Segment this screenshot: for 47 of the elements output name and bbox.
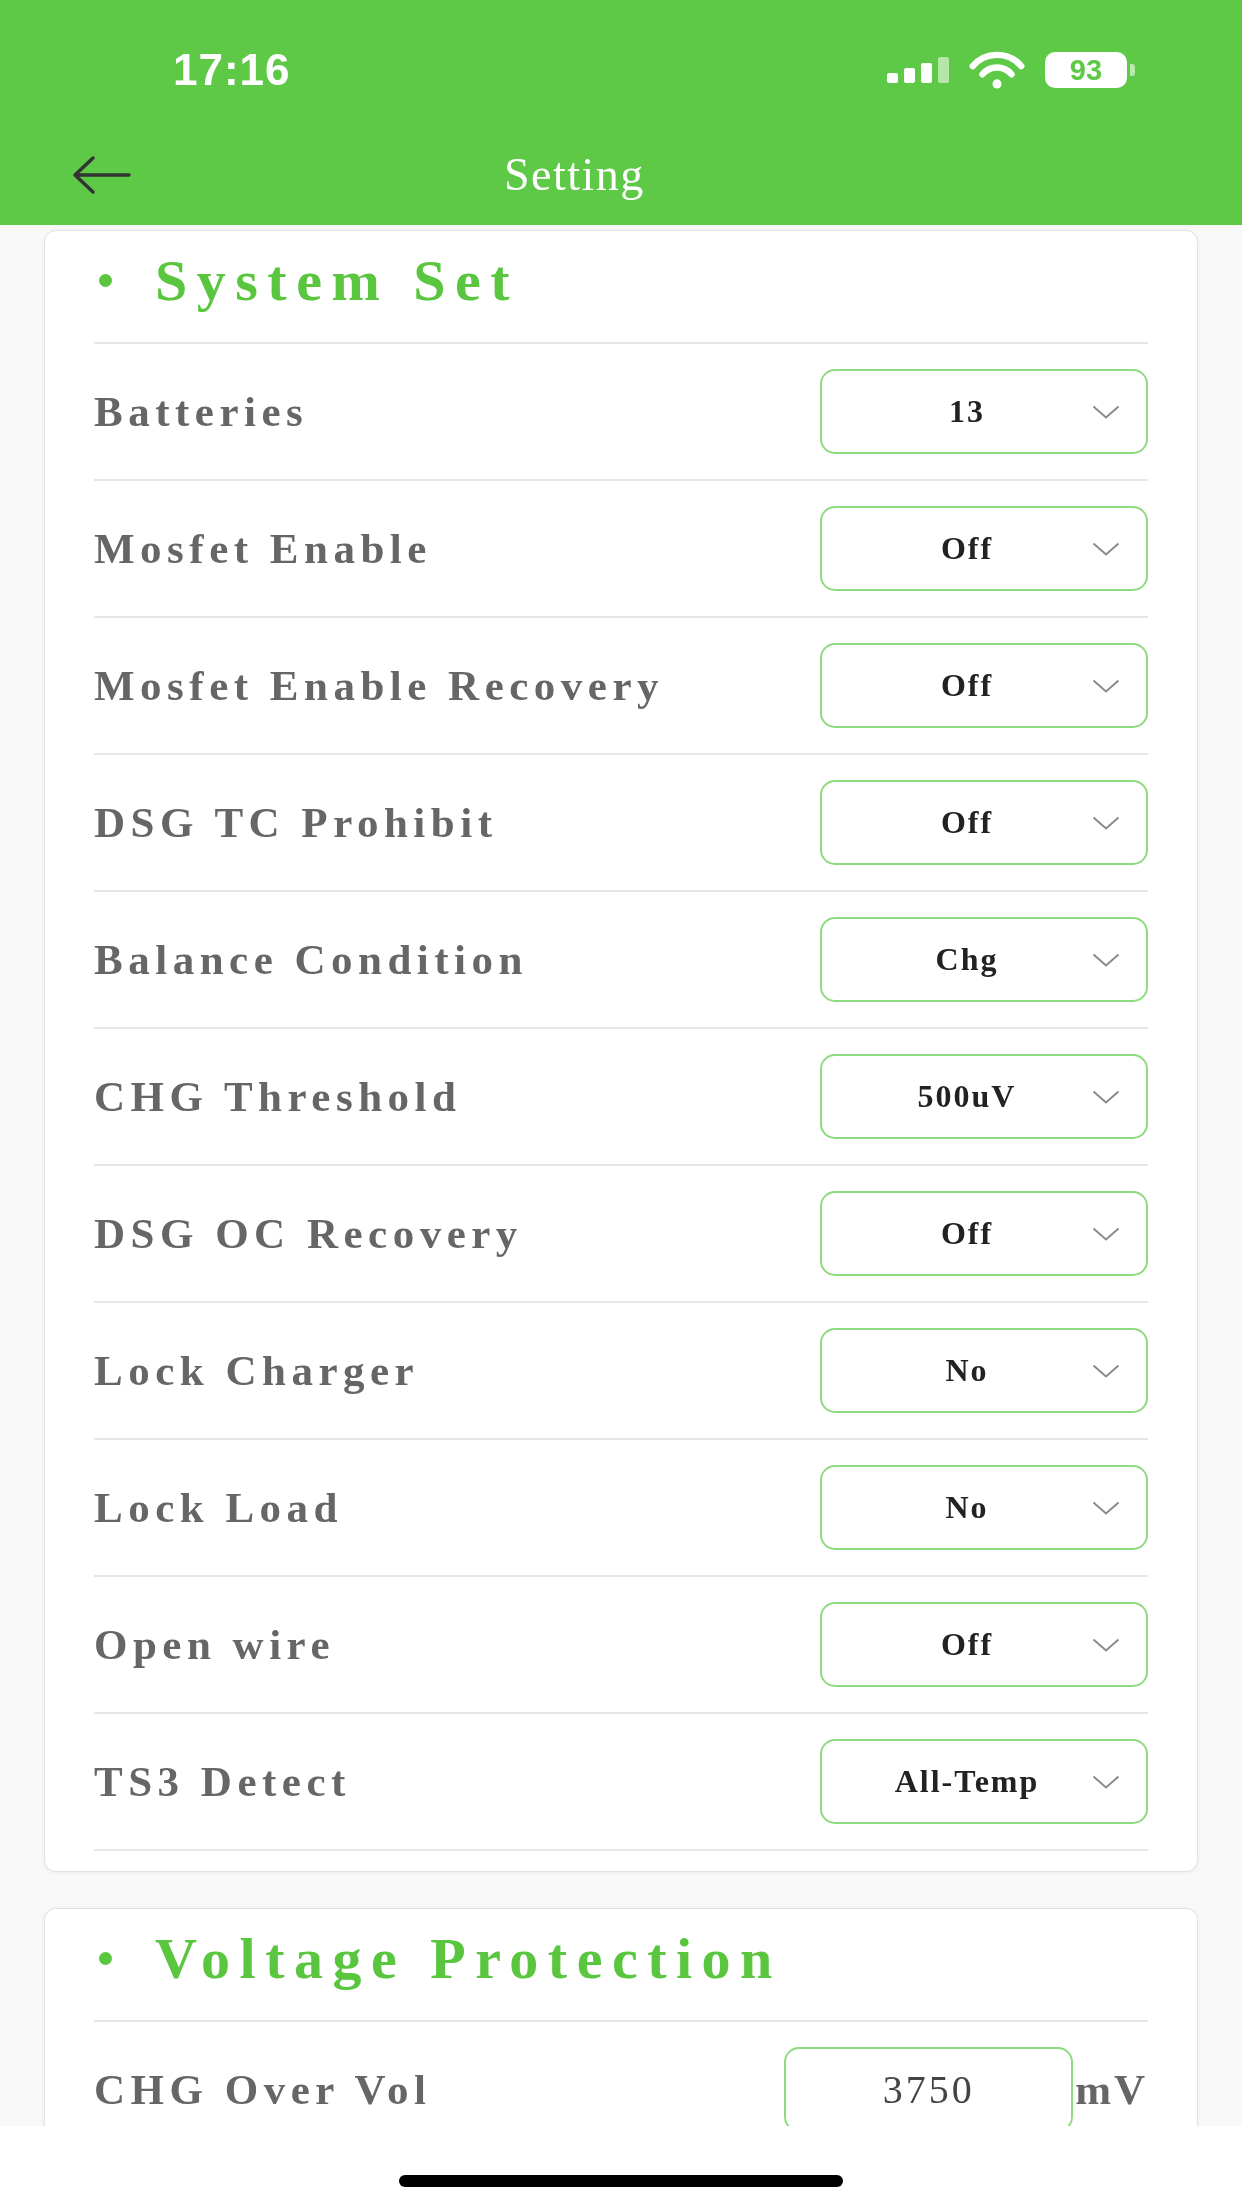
setting-label: Mosfet Enable Recovery [94,661,664,710]
chevron-down-icon [1092,952,1120,967]
chevron-down-icon [1092,1637,1120,1652]
setting-label: DSG TC Prohibit [94,798,498,847]
setting-label: CHG Threshold [94,1072,462,1121]
dropdown[interactable]: 500uV [820,1054,1148,1139]
setting-label: Lock Load [94,1483,344,1532]
signal-icon [887,57,949,83]
dropdown[interactable]: Chg [820,917,1148,1002]
setting-label: Lock Charger [94,1346,420,1395]
chevron-down-icon [1092,1363,1120,1378]
unit-label: mV [1074,2065,1148,2114]
dropdown[interactable]: No [820,1328,1148,1413]
chevron-down-icon [1092,815,1120,830]
dropdown[interactable]: Off [820,643,1148,728]
dropdown[interactable]: All-Temp [820,1739,1148,1824]
bullet-icon [99,1952,112,1965]
dropdown[interactable]: Off [820,1602,1148,1687]
dropdown[interactable]: 13 [820,369,1148,454]
status-time: 17:16 [173,45,291,95]
section-title: Voltage Protection [155,1925,782,1992]
setting-label: Mosfet Enable [94,524,432,573]
number-field[interactable]: 3750 [784,2047,1074,2126]
dropdown[interactable]: Off [820,506,1148,591]
setting-label: CHG Over Vol [94,2065,432,2114]
chevron-down-icon [1092,1774,1120,1789]
section-title: System Set [155,247,519,314]
dropdown[interactable]: Off [820,780,1148,865]
setting-label: DSG OC Recovery [94,1209,523,1258]
dropdown[interactable]: Off [820,1191,1148,1276]
chevron-down-icon [1092,1226,1120,1241]
chevron-down-icon [1092,541,1120,556]
setting-label: TS3 Detect [94,1757,351,1806]
bullet-icon [99,274,112,287]
chevron-down-icon [1092,1089,1120,1104]
setting-label: Balance Condition [94,935,528,984]
chevron-down-icon [1092,678,1120,693]
battery-percentage: 93 [1045,52,1127,88]
chevron-down-icon [1092,1500,1120,1515]
dropdown[interactable]: No [820,1465,1148,1550]
back-arrow-icon[interactable] [71,154,131,195]
wifi-icon [969,51,1025,89]
setting-label: Batteries [94,387,309,436]
page-title: Setting [504,148,645,201]
setting-label: Open wire [94,1620,335,1669]
battery-tip-icon [1130,64,1135,76]
chevron-down-icon [1092,404,1120,419]
